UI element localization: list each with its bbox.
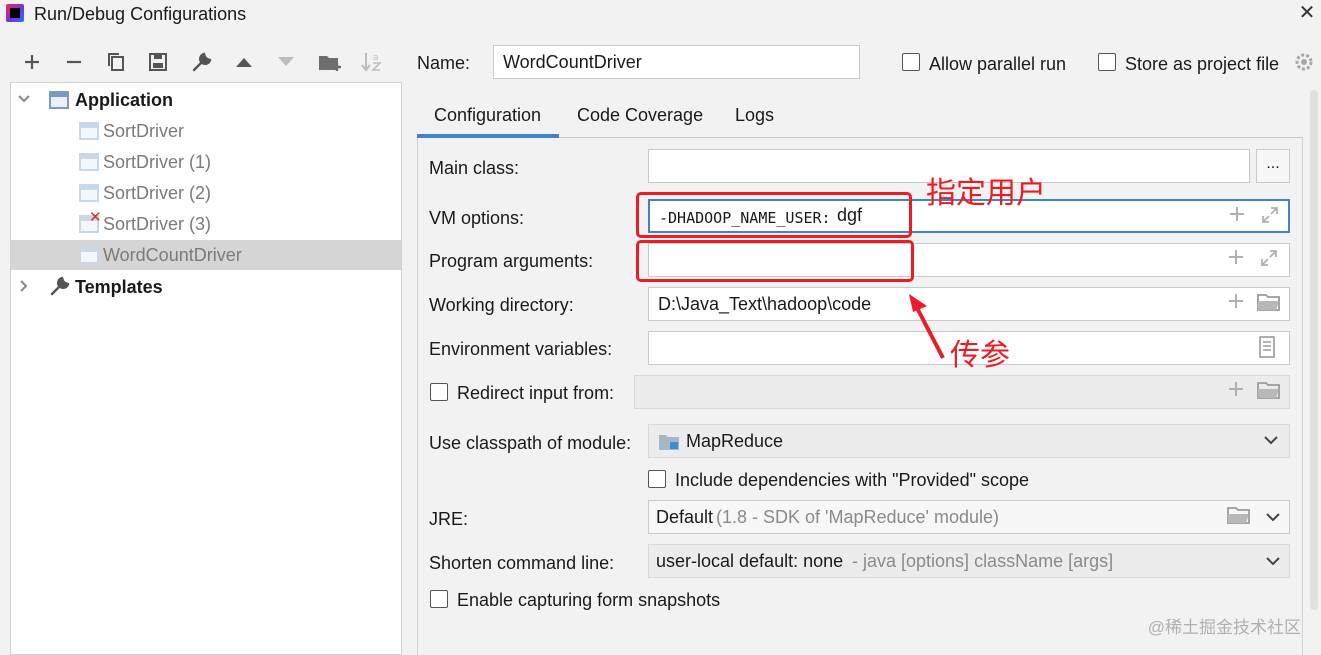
application-icon — [79, 122, 99, 140]
copy-icon[interactable] — [102, 46, 130, 78]
chevron-down-icon[interactable] — [17, 92, 31, 106]
snapshots-label: Enable capturing form snapshots — [457, 590, 721, 610]
chevron-down-icon[interactable] — [1265, 508, 1281, 531]
shorten-value: user-local default: none — [656, 551, 844, 571]
name-input[interactable]: WordCountDriver — [493, 45, 860, 79]
jre-label: JRE: — [429, 509, 469, 529]
allow-parallel-checkbox[interactable] — [902, 53, 920, 71]
plus-icon[interactable] — [1227, 380, 1245, 404]
env-vars-label: Environment variables: — [429, 339, 613, 359]
tree-item-label: SortDriver (1) — [103, 152, 212, 172]
remove-icon[interactable] — [60, 46, 88, 78]
intellij-logo-icon — [6, 4, 24, 22]
sort-icon[interactable]: a — [358, 46, 386, 78]
tree-node-application[interactable]: Application — [11, 85, 401, 115]
redirect-input-field[interactable] — [634, 375, 1290, 409]
tree-item-label: SortDriver (3) — [103, 214, 212, 234]
tree-item[interactable]: SortDriver (1) — [11, 147, 401, 177]
redirect-input-checkbox[interactable] — [430, 383, 448, 401]
classpath-label: Use classpath of module: — [429, 433, 632, 453]
program-args-label: Program arguments: — [429, 251, 594, 271]
folder-add-icon[interactable] — [316, 46, 344, 78]
working-dir-input[interactable]: D:\Java_Text\hadoop\code — [648, 287, 1290, 321]
jre-value: Default — [656, 507, 714, 527]
tree-item-label: SortDriver — [103, 121, 185, 141]
tree-item-label: SortDriver (2) — [103, 183, 212, 203]
tree-item-label: WordCountDriver — [103, 245, 242, 265]
tree-label-templates: Templates — [75, 277, 163, 297]
include-deps-checkbox[interactable] — [648, 470, 666, 488]
window-title: Run/Debug Configurations — [34, 4, 247, 24]
shorten-detail: - java [options] className [args] — [852, 551, 1114, 571]
include-deps-label: Include dependencies with "Provided" sco… — [675, 470, 1030, 490]
tab-logs[interactable]: Logs — [735, 105, 774, 126]
store-project-checkbox[interactable] — [1098, 53, 1116, 71]
run-debug-configurations-window: Run/Debug Configurations ✕ a Application… — [0, 0, 1321, 655]
tab-configuration[interactable]: Configuration — [434, 105, 541, 126]
title-bar: Run/Debug Configurations ✕ — [0, 0, 1321, 30]
classpath-value: MapReduce — [686, 431, 784, 451]
wrench-icon[interactable] — [188, 46, 216, 78]
allow-parallel-label: Allow parallel run — [929, 54, 1067, 74]
working-dir-value: D:\Java_Text\hadoop\code — [658, 294, 872, 314]
expand-icon[interactable] — [1260, 205, 1280, 231]
application-icon — [79, 184, 99, 202]
chevron-down-icon[interactable] — [1263, 431, 1279, 454]
tree-item[interactable]: ✕ SortDriver (3) — [11, 209, 401, 239]
main-class-label: Main class: — [429, 158, 520, 178]
close-window-button[interactable]: ✕ — [1297, 0, 1317, 24]
name-input-value: WordCountDriver — [503, 52, 642, 72]
redirect-input-label: Redirect input from: — [457, 383, 615, 403]
jre-select[interactable]: Default (1.8 - SDK of 'MapReduce' module… — [648, 500, 1290, 534]
tab-code-coverage[interactable]: Code Coverage — [577, 105, 703, 126]
chevron-down-icon[interactable] — [1265, 552, 1281, 575]
vm-options-label: VM options: — [429, 208, 525, 228]
tree-item-selected[interactable]: WordCountDriver — [11, 240, 401, 270]
arrow-up-icon[interactable] — [230, 46, 258, 78]
application-icon — [49, 91, 69, 109]
error-x-icon: ✕ — [89, 209, 102, 226]
annotation-box-program-args — [636, 240, 914, 282]
shorten-cmd-select[interactable]: user-local default: none - java [options… — [648, 544, 1290, 578]
scrollbar[interactable] — [1310, 90, 1318, 610]
annotation-args-note: 传参 — [950, 338, 1010, 373]
browse-main-class-button[interactable]: ... — [1256, 149, 1290, 183]
folder-icon[interactable] — [1257, 380, 1281, 406]
expand-icon[interactable] — [1259, 248, 1279, 274]
application-icon — [79, 153, 99, 171]
classpath-module-select[interactable]: MapReduce — [648, 424, 1290, 458]
annotation-arrow — [909, 294, 945, 359]
jre-detail: (1.8 - SDK of 'MapReduce' module) — [716, 507, 999, 527]
tree-item[interactable]: SortDriver — [11, 116, 401, 146]
store-project-label: Store as project file — [1125, 54, 1280, 74]
wrench-icon — [49, 275, 71, 303]
folder-icon[interactable] — [1227, 505, 1251, 531]
annotation-user-note: 指定用户 — [926, 176, 1046, 211]
watermark: @稀土掘金技术社区 — [1147, 618, 1301, 637]
plus-icon[interactable] — [1227, 248, 1245, 272]
config-tree-panel: Application SortDriver SortDriver (1) So… — [10, 82, 402, 655]
plus-icon[interactable] — [1228, 205, 1246, 229]
application-icon — [79, 246, 99, 264]
document-icon[interactable] — [1259, 336, 1275, 364]
add-icon[interactable] — [18, 46, 46, 78]
name-label: Name: — [417, 53, 471, 73]
shorten-cmd-label: Shorten command line: — [429, 553, 615, 573]
folder-icon[interactable] — [1257, 292, 1281, 318]
plus-icon[interactable] — [1227, 292, 1245, 316]
tree-label-application: Application — [75, 90, 173, 110]
gear-icon[interactable] — [1293, 51, 1315, 79]
working-dir-label: Working directory: — [429, 295, 574, 315]
svg-text:a: a — [373, 53, 379, 63]
tree-node-templates[interactable]: Templates — [11, 272, 401, 302]
chevron-right-icon[interactable] — [17, 279, 31, 293]
module-folder-icon — [658, 433, 680, 456]
annotation-box-vm-options — [636, 192, 912, 238]
tree-item[interactable]: SortDriver (2) — [11, 178, 401, 208]
save-icon[interactable] — [144, 46, 172, 78]
arrow-down-icon[interactable] — [272, 46, 300, 78]
snapshots-checkbox[interactable] — [430, 590, 448, 608]
